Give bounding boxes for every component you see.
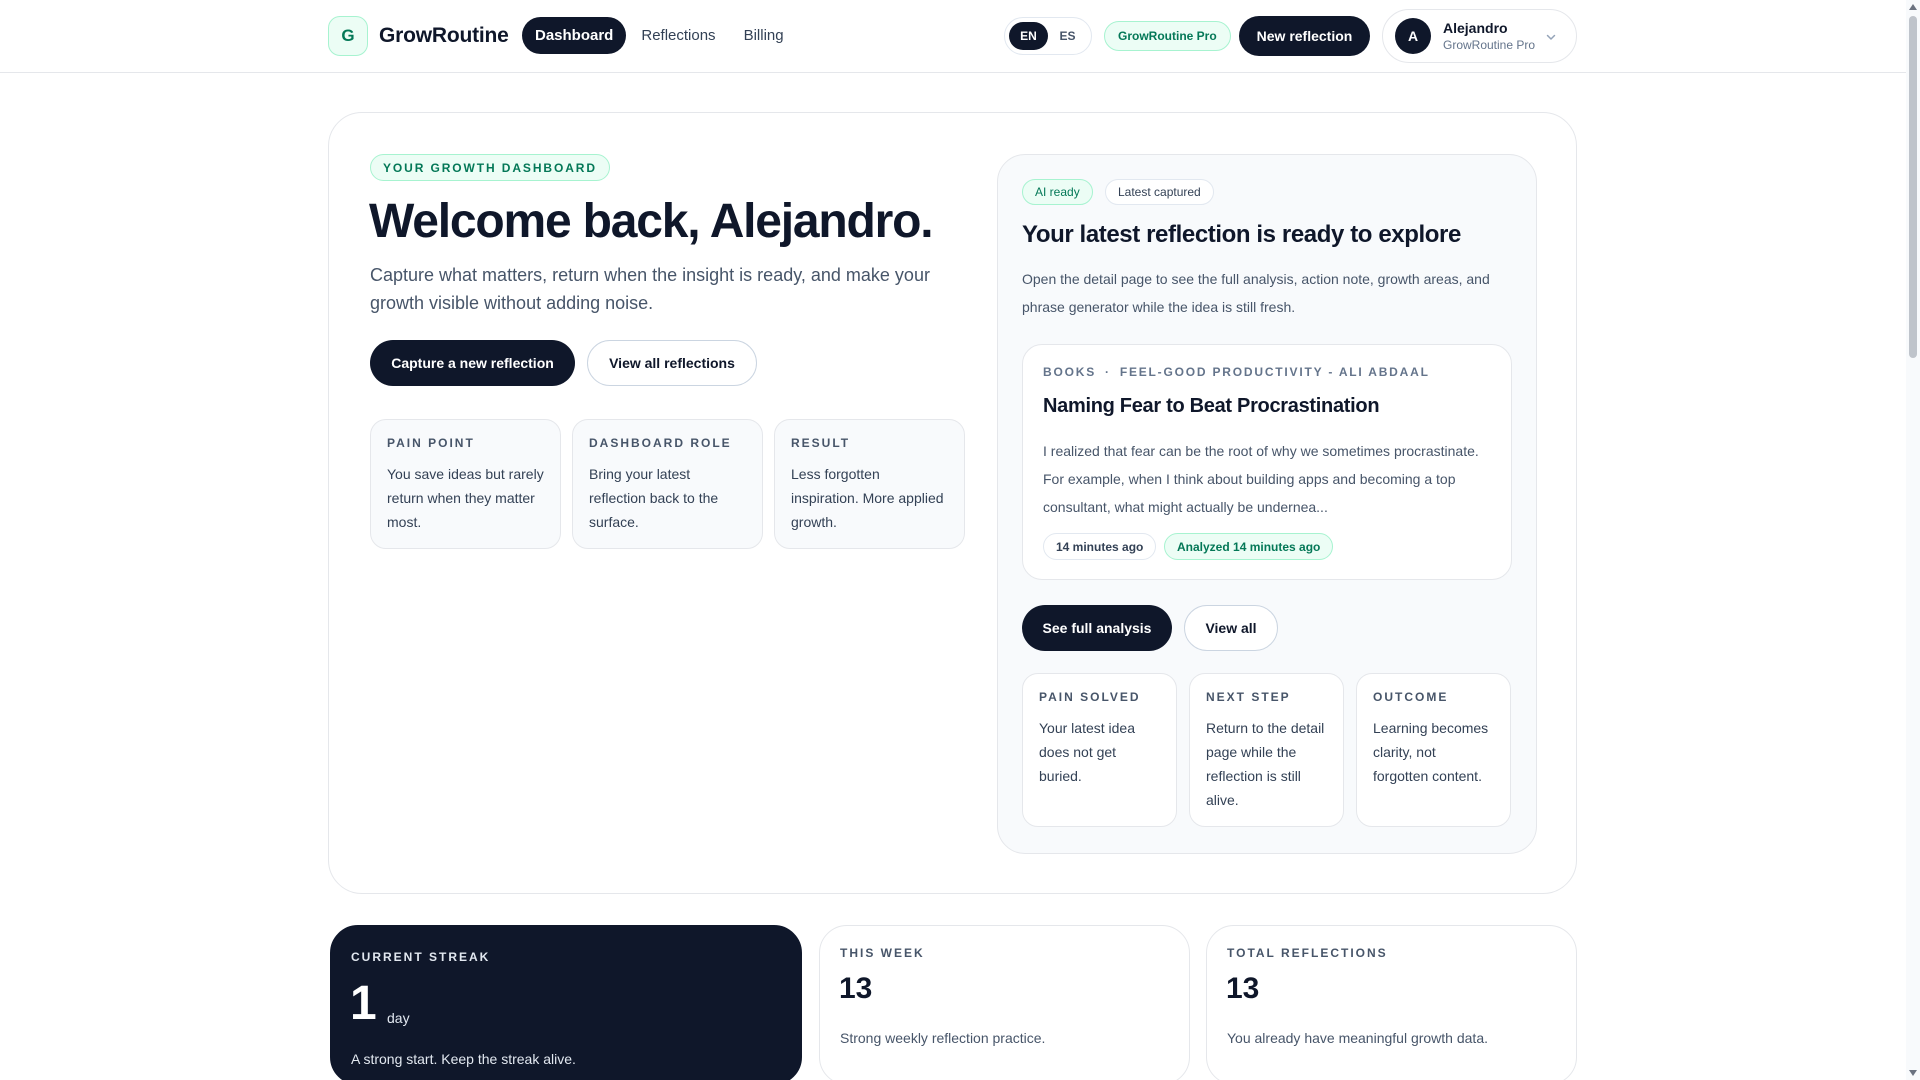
pain-point-card: PAIN POINT You save ideas but rarely ret… [370, 419, 561, 549]
outcome-card: OUTCOME Learning becomes clarity, not fo… [1356, 673, 1511, 827]
result-card: RESULT Less forgotten inspiration. More … [774, 419, 965, 549]
entry-excerpt: I realized that fear can be the root of … [1043, 443, 1479, 515]
view-all-button[interactable]: View all [1184, 605, 1278, 651]
avatar: A [1395, 18, 1431, 54]
stat-value: 13 [839, 972, 873, 1005]
stat-label: THIS WEEK [840, 946, 925, 960]
view-all-reflections-button[interactable]: View all reflections [587, 340, 757, 386]
latest-reflection-card[interactable]: BOOKS · FEEL-GOOD PRODUCTIVITY - ALI ABD… [1022, 344, 1512, 580]
chevron-down-icon [1546, 34, 1556, 40]
brand-logo: G [328, 16, 368, 56]
stat-value: 13 [1226, 972, 1260, 1005]
card-label: RESULT [791, 436, 851, 450]
nav-reflections[interactable]: Reflections [628, 17, 728, 54]
panel-description: Open the detail page to see the full ana… [1022, 271, 1490, 315]
capture-reflection-button[interactable]: Capture a new reflection [370, 340, 575, 386]
latest-reflection-panel: AI ready Latest captured Your latest ref… [997, 154, 1537, 854]
card-label: PAIN SOLVED [1039, 690, 1141, 704]
this-week-card: THIS WEEK 13 Strong weekly reflection pr… [819, 925, 1190, 1080]
see-full-analysis-button[interactable]: See full analysis [1022, 605, 1172, 651]
stat-unit: day [387, 1010, 410, 1026]
stat-note: Strong weekly reflection practice. [840, 1030, 1046, 1046]
scroll-thumb[interactable] [1909, 16, 1917, 358]
pain-solved-card: PAIN SOLVED Your latest idea does not ge… [1022, 673, 1177, 827]
total-reflections-card: TOTAL REFLECTIONS 13 You already have me… [1206, 925, 1577, 1080]
eyebrow-badge: YOUR GROWTH DASHBOARD [370, 154, 610, 181]
top-navigation: G GrowRoutine Dashboard Reflections Bill… [0, 0, 1906, 73]
card-label: NEXT STEP [1206, 690, 1291, 704]
brand-name: GrowRoutine [379, 24, 509, 47]
page-title: Welcome back, Alejandro. [369, 195, 934, 248]
user-info: Alejandro GrowRoutine Pro [1443, 20, 1535, 52]
entry-title: Naming Fear to Beat Procrastination [1043, 395, 1380, 417]
card-text: Less forgotten inspiration. More applied… [791, 466, 944, 530]
card-text: Return to the detail page while the refl… [1206, 720, 1325, 808]
card-label: PAIN POINT [387, 436, 475, 450]
user-plan: GrowRoutine Pro [1443, 38, 1536, 52]
meta-separator: · [1105, 365, 1111, 379]
main-nav: Dashboard Reflections Billing [522, 17, 799, 54]
hero-lead: Capture what matters, return when the in… [370, 265, 930, 313]
language-en[interactable]: EN [1009, 22, 1048, 50]
hero-card: YOUR GROWTH DASHBOARD Welcome back, Alej… [328, 112, 1577, 894]
language-toggle: EN ES [1004, 17, 1092, 55]
current-streak-card: CURRENT STREAK 1 day A strong start. Kee… [330, 925, 802, 1080]
user-name: Alejandro [1443, 20, 1508, 36]
card-label: DASHBOARD ROLE [589, 436, 732, 450]
dashboard-role-card: DASHBOARD ROLE Bring your latest reflect… [572, 419, 763, 549]
stat-label: CURRENT STREAK [351, 950, 491, 964]
ai-ready-badge: AI ready [1022, 179, 1093, 205]
nav-dashboard[interactable]: Dashboard [522, 17, 627, 54]
panel-title: Your latest reflection is ready to explo… [1022, 221, 1461, 248]
entry-category: BOOKS [1043, 365, 1097, 379]
stat-note: You already have meaningful growth data. [1227, 1030, 1488, 1046]
brand[interactable]: G GrowRoutine [328, 16, 509, 56]
language-es[interactable]: ES [1048, 22, 1087, 50]
created-time-badge: 14 minutes ago [1043, 533, 1157, 560]
stat-label: TOTAL REFLECTIONS [1227, 946, 1388, 960]
new-reflection-button[interactable]: New reflection [1239, 16, 1370, 56]
page-scrollbar[interactable] [1906, 0, 1920, 1080]
card-text: You save ideas but rarely return when th… [387, 466, 544, 530]
entry-source: FEEL-GOOD PRODUCTIVITY - ALI ABDAAL [1119, 365, 1430, 379]
card-label: OUTCOME [1373, 690, 1449, 704]
entry-meta: BOOKS · FEEL-GOOD PRODUCTIVITY - ALI ABD… [1043, 365, 1430, 379]
stat-note: A strong start. Keep the streak alive. [351, 1051, 576, 1067]
stat-value: 1 [350, 977, 377, 1030]
user-menu[interactable]: A Alejandro GrowRoutine Pro [1382, 9, 1577, 63]
card-text: Your latest idea does not get buried. [1039, 720, 1135, 784]
analyzed-time-badge: Analyzed 14 minutes ago [1164, 533, 1334, 560]
plan-badge: GrowRoutine Pro [1104, 21, 1231, 51]
next-step-card: NEXT STEP Return to the detail page whil… [1189, 673, 1344, 827]
scroll-up-icon[interactable] [1909, 4, 1917, 10]
nav-billing[interactable]: Billing [731, 17, 797, 54]
card-text: Bring your latest reflection back to the… [589, 466, 719, 530]
latest-captured-badge: Latest captured [1105, 179, 1214, 205]
scroll-down-icon[interactable] [1909, 1070, 1917, 1076]
card-text: Learning becomes clarity, not forgotten … [1373, 720, 1489, 784]
